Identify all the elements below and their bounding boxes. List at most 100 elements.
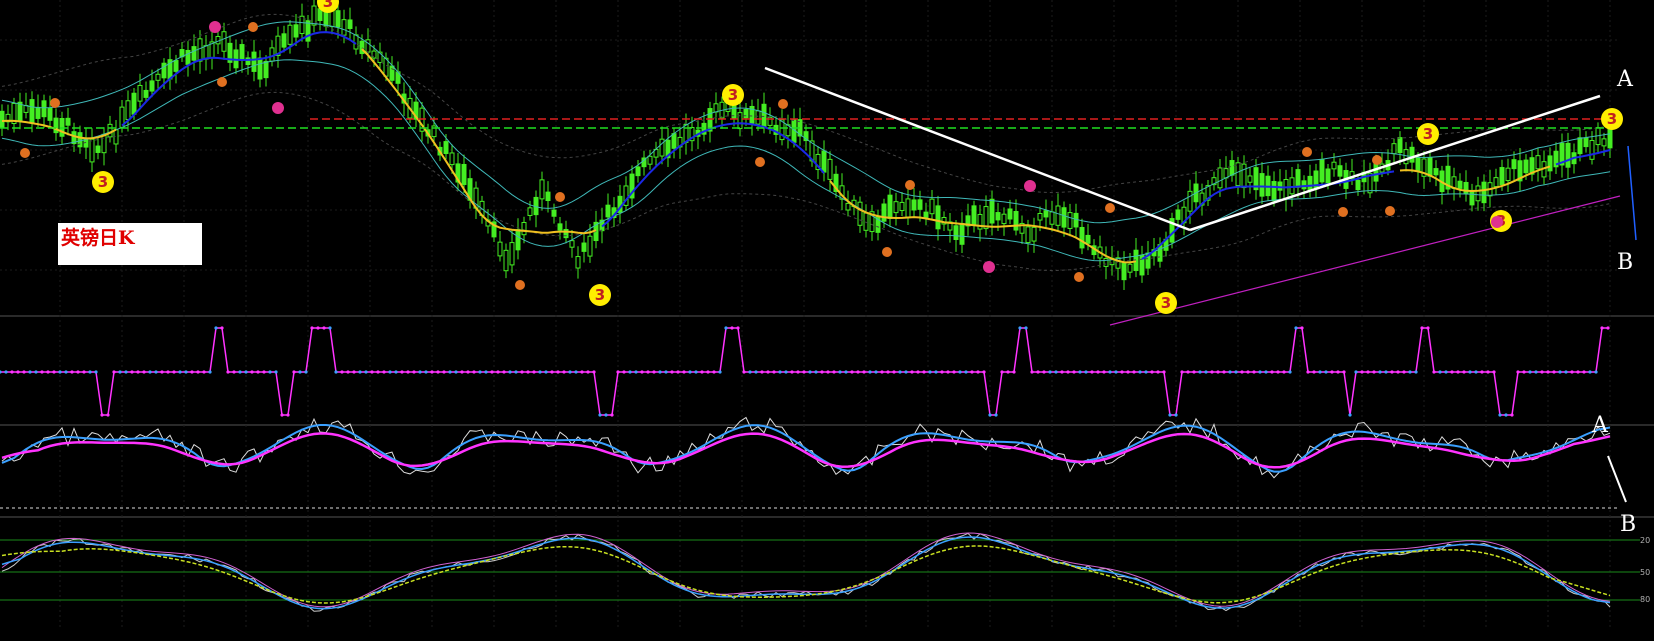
candle-body	[575, 256, 581, 269]
step-indicator-dot	[1168, 413, 1172, 417]
candle-body	[101, 133, 107, 154]
candle-body	[1031, 226, 1037, 242]
marker-yellow-3-text: 3	[1161, 294, 1171, 312]
step-indicator-dot	[742, 370, 746, 374]
step-indicator-dot	[1384, 370, 1388, 374]
candle-body	[1001, 213, 1007, 225]
step-indicator-dot	[826, 370, 830, 374]
candle-body	[239, 44, 245, 61]
candle-body	[521, 221, 527, 236]
step-indicator-dot	[1240, 370, 1244, 374]
candle-body	[1505, 167, 1511, 182]
candle-body	[335, 10, 341, 28]
candle-body	[569, 240, 575, 248]
step-indicator-dot	[670, 370, 674, 374]
step-indicator-dot	[1072, 370, 1076, 374]
candle-body	[1223, 168, 1229, 179]
marker-orange	[905, 180, 915, 190]
step-indicator-dot	[790, 370, 794, 374]
step-indicator-dot	[748, 370, 752, 374]
candle-body	[911, 199, 917, 211]
candle-body	[1283, 178, 1289, 200]
step-indicator-dot	[178, 370, 182, 374]
step-indicator-dot	[298, 370, 302, 374]
candle-body	[1043, 210, 1049, 218]
step-indicator-dot	[1534, 370, 1538, 374]
candle-body	[1229, 160, 1235, 176]
step-indicator-dot	[1420, 326, 1424, 330]
marker-pink	[1024, 180, 1036, 192]
step-indicator-dot	[100, 413, 104, 417]
step-indicator-dot	[412, 370, 416, 374]
candle-body	[647, 155, 653, 165]
step-indicator-dot	[496, 370, 500, 374]
marker-yellow-3-text: 3	[1607, 110, 1617, 128]
candle-body	[1565, 142, 1571, 168]
marker-orange	[1074, 272, 1084, 282]
candle-body	[47, 107, 53, 121]
candle-body	[1013, 210, 1019, 231]
step-indicator-dot	[1030, 370, 1034, 374]
step-indicator-dot	[10, 370, 14, 374]
step-indicator-dot	[1342, 370, 1346, 374]
step-indicator-dot	[880, 370, 884, 374]
step-indicator-dot	[190, 370, 194, 374]
step-indicator-dot	[1438, 370, 1442, 374]
step-indicator-dot	[82, 370, 86, 374]
step-indicator-dot	[808, 370, 812, 374]
step-indicator-dot	[712, 370, 716, 374]
candle-body	[65, 117, 71, 126]
candle-body	[1325, 168, 1331, 184]
step-indicator-dot	[1006, 370, 1010, 374]
candle-body	[1433, 168, 1439, 176]
candle-body	[185, 49, 191, 65]
candle-body	[341, 19, 347, 36]
step-indicator-dot	[916, 370, 920, 374]
step-indicator-dot	[1606, 326, 1610, 330]
step-indicator-dot	[418, 370, 422, 374]
candle-body	[755, 110, 761, 125]
step-indicator-dot	[1000, 370, 1004, 374]
step-indicator-dot	[664, 370, 668, 374]
candle-body	[1301, 180, 1307, 190]
step-indicator-dot	[838, 370, 842, 374]
step-indicator-dot	[1540, 370, 1544, 374]
candle-body	[1061, 207, 1067, 228]
candle-body	[155, 73, 161, 81]
step-indicator-dot	[1216, 370, 1220, 374]
step-indicator-dot	[718, 370, 722, 374]
candle-body	[881, 203, 887, 222]
step-indicator-dot	[0, 370, 2, 374]
candle-body	[251, 51, 257, 72]
step-indicator-dot	[424, 370, 428, 374]
step-indicator-dot	[148, 370, 152, 374]
candle-body	[1331, 161, 1337, 170]
candle-body	[1415, 156, 1421, 172]
step-indicator-dot	[394, 370, 398, 374]
step-indicator-dot	[196, 370, 200, 374]
step-indicator-dot	[634, 370, 638, 374]
step-indicator-dot	[574, 370, 578, 374]
panel4-level-bottom: 80	[1640, 595, 1651, 604]
step-indicator-dot	[928, 370, 932, 374]
step-indicator-dot	[1222, 370, 1226, 374]
step-indicator-dot	[1192, 370, 1196, 374]
marker-yellow-3-text: 3	[728, 86, 738, 104]
candle-body	[191, 46, 197, 61]
candle-body	[1055, 205, 1061, 226]
candle-body	[125, 100, 131, 121]
candle-body	[173, 60, 179, 72]
candle-body	[899, 201, 905, 212]
candle-body	[509, 242, 515, 266]
step-indicator-dot	[508, 370, 512, 374]
step-indicator-dot	[676, 370, 680, 374]
candle-body	[1085, 234, 1091, 244]
candle-body	[581, 242, 587, 252]
step-indicator-dot	[94, 370, 98, 374]
step-indicator-dot	[310, 326, 314, 330]
step-indicator-dot	[352, 370, 356, 374]
candle-body	[1391, 143, 1397, 155]
step-indicator-dot	[340, 370, 344, 374]
step-indicator-dot	[430, 370, 434, 374]
candle-body	[1355, 179, 1361, 191]
